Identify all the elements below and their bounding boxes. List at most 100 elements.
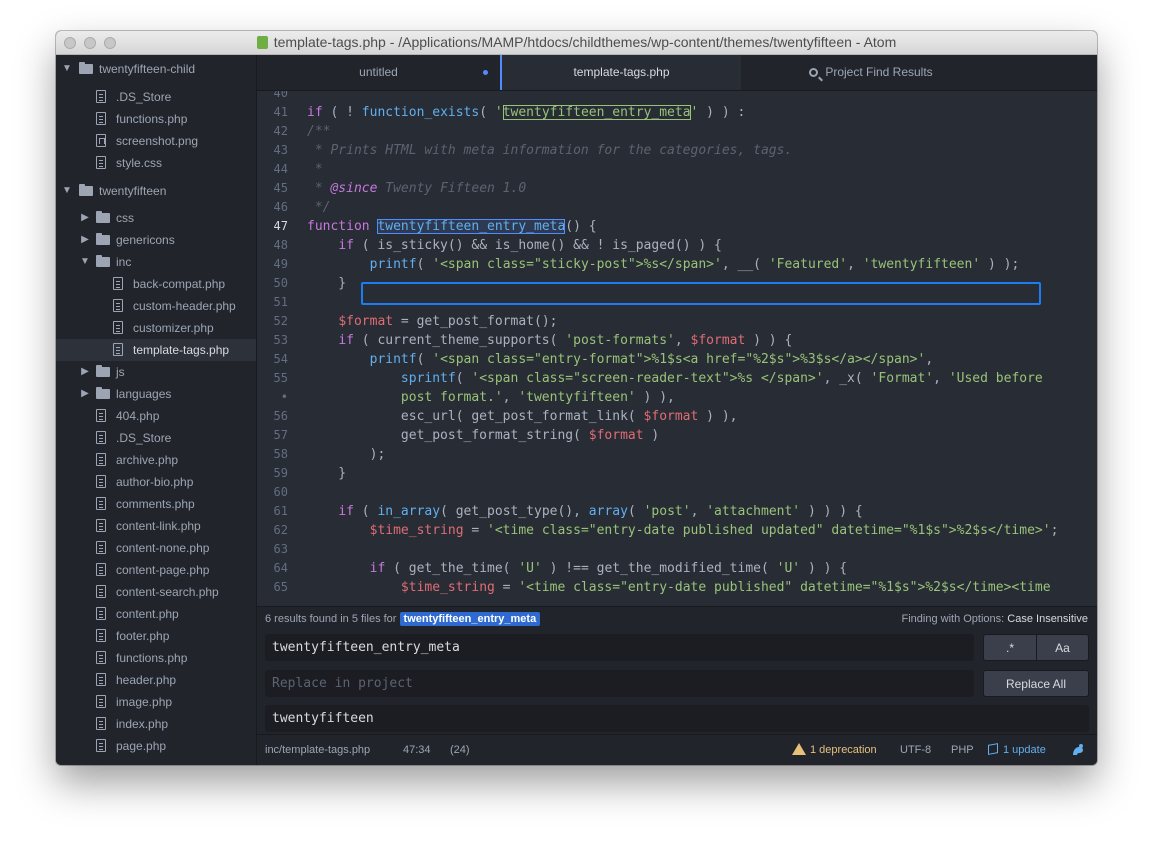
tree-folder-js[interactable]: ▶ js (56, 361, 256, 383)
project-find-panel: 6 results found in 5 files for twentyfif… (257, 606, 1097, 735)
code-line[interactable]: get_post_format_string( $format ) (307, 426, 659, 445)
tab-template-tags[interactable]: template-tags.php (500, 55, 741, 90)
tree-file[interactable]: content.php (56, 603, 256, 625)
tree-file[interactable]: footer.php (56, 625, 256, 647)
tree-file[interactable]: author-bio.php (56, 471, 256, 493)
case-sensitive-toggle-button[interactable]: Aa (1036, 634, 1089, 661)
tree-folder-languages[interactable]: ▶ languages (56, 383, 256, 405)
line-number: 58 (273, 447, 288, 461)
file-label: style.css (116, 156, 163, 170)
tree-file-screenshot[interactable]: screenshot.png (56, 130, 256, 152)
line-number: 60 (273, 485, 288, 499)
line-number: 43 (273, 143, 288, 157)
file-media-icon (96, 134, 106, 147)
chevron-right-icon: ▶ (81, 366, 89, 377)
code-line[interactable]: ); (307, 445, 386, 464)
tree-folder-twentyfifteen[interactable]: ▼ twentyfifteen (56, 180, 256, 202)
tree-file[interactable]: 404.php (56, 405, 256, 427)
file-label: footer.php (116, 629, 170, 643)
code-editor[interactable]: 40 41 if ( ! function_exists( 'twentyfift… (257, 91, 1097, 606)
code-line[interactable]: $format = get_post_format(); (307, 312, 557, 331)
tree-folder-inc[interactable]: ▼ inc (56, 251, 256, 273)
tree-file-functions[interactable]: functions.php (56, 108, 256, 130)
tab-untitled[interactable]: untitled (257, 55, 500, 90)
status-cursor-position[interactable]: 47:34 (403, 735, 431, 765)
code-line[interactable]: */ (307, 198, 331, 217)
line-number: 49 (273, 257, 288, 271)
tree-file[interactable]: comments.php (56, 493, 256, 515)
tree-file[interactable]: index.php (56, 713, 256, 735)
line-number: 61 (273, 504, 288, 518)
status-file-path[interactable]: inc/template-tags.php (265, 735, 370, 765)
status-encoding[interactable]: UTF-8 (900, 735, 931, 765)
code-line[interactable]: printf( '<span class="entry-format">%1$s… (307, 350, 934, 369)
tree-file[interactable]: functions.php (56, 647, 256, 669)
tree-file-back-compat[interactable]: back-compat.php (56, 273, 256, 295)
tree-folder-genericons[interactable]: ▶ genericons (56, 229, 256, 251)
code-line[interactable]: if ( get_the_time( 'U' ) !== get_the_mod… (307, 559, 847, 578)
tree-file[interactable]: content-search.php (56, 581, 256, 603)
modified-dot-icon (483, 70, 488, 75)
folder-label: css (116, 211, 134, 225)
code-line[interactable]: } (307, 464, 346, 483)
file-label: template-tags.php (133, 343, 230, 357)
regex-toggle-button[interactable]: .* (983, 634, 1037, 661)
tree-file[interactable]: content-none.php (56, 537, 256, 559)
line-number: 57 (273, 428, 288, 442)
code-line[interactable]: if ( ! function_exists( 'twentyfifteen_e… (307, 103, 745, 122)
file-label: functions.php (116, 112, 188, 126)
replace-input[interactable]: Replace in project (265, 670, 974, 697)
code-line[interactable]: /** (307, 122, 330, 141)
file-label: screenshot.png (116, 134, 199, 148)
tree-folder-twentyfifteen-child[interactable]: ▼ twentyfifteen-child (56, 58, 256, 80)
file-text-icon (96, 112, 106, 125)
tree-file[interactable]: content-link.php (56, 515, 256, 537)
code-line[interactable]: sprintf( '<span class="screen-reader-tex… (307, 369, 1043, 388)
status-deprecation[interactable]: 1 deprecation (792, 735, 877, 765)
code-line[interactable]: $time_string = '<time class="entry-date … (307, 521, 1059, 540)
file-label: .DS_Store (116, 90, 172, 104)
tree-folder-css[interactable]: ▶ css (56, 207, 256, 229)
find-results-summary: 6 results found in 5 files for twentyfif… (265, 609, 541, 629)
line-number: 54 (273, 352, 288, 366)
replace-all-button[interactable]: Replace All (983, 670, 1089, 697)
tree-file[interactable]: archive.php (56, 449, 256, 471)
folder-icon (96, 255, 110, 267)
code-line[interactable]: post format.', 'twentyfifteen' ) ), (307, 388, 675, 407)
code-line[interactable]: if ( is_sticky() && is_home() && ! is_pa… (307, 236, 722, 255)
code-line[interactable]: * @since Twenty Fifteen 1.0 (307, 179, 526, 198)
code-line[interactable]: * (307, 160, 323, 179)
code-line[interactable]: $time_string = '<time class="entry-date … (307, 578, 1051, 597)
tree-file-ds-store[interactable]: .DS_Store (56, 86, 256, 108)
code-line[interactable]: if ( current_theme_supports( 'post-forma… (307, 331, 792, 350)
status-update[interactable]: 1 update (988, 735, 1046, 765)
tree-file[interactable]: content-page.php (56, 559, 256, 581)
find-input[interactable]: twentyfifteen_entry_meta (265, 634, 974, 661)
tab-project-find-results[interactable]: Project Find Results (741, 55, 1001, 90)
chevron-right-icon: ▶ (81, 234, 89, 245)
deprecation-label: 1 deprecation (810, 744, 877, 756)
tree-file[interactable]: image.php (56, 691, 256, 713)
file-label: customizer.php (133, 321, 214, 335)
paths-input[interactable]: twentyfifteen (265, 705, 1089, 732)
code-line[interactable]: printf( '<span class="sticky-post">%s</s… (307, 255, 1020, 274)
code-line[interactable]: if ( in_array( get_post_type(), array( '… (307, 502, 862, 521)
code-line[interactable]: * Prints HTML with meta information for … (307, 141, 792, 160)
file-label: header.php (116, 673, 177, 687)
tree-file[interactable]: .DS_Store (56, 427, 256, 449)
options-value: Case Insensitive (1007, 613, 1088, 625)
tree-file[interactable]: page.php (56, 735, 256, 757)
tree-view: ▼ twentyfifteen-child .DS_Store function… (56, 55, 257, 765)
code-line[interactable]: } (307, 274, 346, 293)
status-grammar[interactable]: PHP (951, 735, 974, 765)
file-text-icon (96, 541, 106, 554)
tree-file-custom-header[interactable]: custom-header.php (56, 295, 256, 317)
tree-file-style[interactable]: style.css (56, 152, 256, 174)
code-line[interactable]: function twentyfifteen_entry_meta() { (307, 217, 597, 236)
code-line[interactable]: esc_url( get_post_format_link( $format )… (307, 407, 738, 426)
window-title: template-tags.php - /Applications/MAMP/h… (56, 31, 1097, 54)
tree-file-template-tags-selected[interactable]: template-tags.php (56, 339, 256, 361)
tree-file[interactable]: header.php (56, 669, 256, 691)
squirrel-icon[interactable] (1071, 743, 1085, 757)
tree-file-customizer[interactable]: customizer.php (56, 317, 256, 339)
